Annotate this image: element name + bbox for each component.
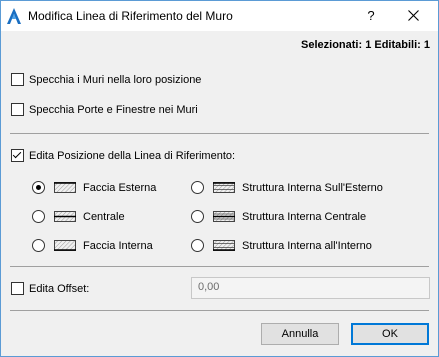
radio-struttura-interno[interactable]: Struttura Interna all'Interno [191, 239, 372, 252]
radio-button[interactable] [191, 210, 204, 223]
wall-outer-face-icon [54, 182, 76, 193]
separator [10, 133, 429, 134]
radio-button[interactable] [32, 210, 45, 223]
radio-struttura-centrale[interactable]: Struttura Interna Centrale [191, 210, 366, 223]
wall-core-center-icon [213, 211, 235, 222]
radio-button[interactable] [191, 181, 204, 194]
wall-center-icon [54, 211, 76, 222]
radio-label: Struttura Interna Centrale [242, 210, 367, 223]
title-bar: Modifica Linea di Riferimento del Muro ? [1, 1, 438, 31]
mirror-doors-option[interactable]: Specchia Porte e Finestre nei Muri [11, 103, 198, 116]
separator [10, 310, 429, 311]
radio-button[interactable] [191, 239, 204, 252]
wall-core-outside-icon [213, 182, 235, 193]
selection-status: Selezionati: 1 Editabili: 1 [301, 39, 430, 51]
edit-position-option[interactable]: Edita Posizione della Linea di Riferimen… [11, 149, 235, 162]
help-button[interactable]: ? [356, 1, 386, 31]
radio-label: Struttura Interna Sull'Esterno [242, 181, 383, 194]
dialog-window: Modifica Linea di Riferimento del Muro ?… [0, 0, 439, 357]
close-button[interactable] [394, 1, 434, 31]
ok-button[interactable]: OK [351, 323, 429, 345]
mirror-doors-label: Specchia Porte e Finestre nei Muri [29, 103, 198, 116]
radio-button[interactable] [32, 181, 45, 194]
edit-position-label: Edita Posizione della Linea di Riferimen… [29, 149, 236, 162]
dialog-title: Modifica Linea di Riferimento del Muro [28, 9, 233, 23]
mirror-walls-checkbox[interactable] [11, 73, 24, 86]
archicad-logo-icon [7, 8, 21, 24]
radio-label: Struttura Interna all'Interno [242, 239, 372, 252]
edit-position-checkbox[interactable] [11, 149, 24, 162]
mirror-walls-option[interactable]: Specchia i Muri nella loro posizione [11, 73, 201, 86]
offset-input[interactable]: 0,00 [191, 277, 430, 299]
edit-offset-checkbox[interactable] [11, 282, 24, 295]
close-icon [408, 10, 419, 21]
radio-label: Faccia Interna [83, 239, 153, 252]
separator [10, 266, 429, 267]
wall-inner-face-icon [54, 240, 76, 251]
radio-faccia-esterna[interactable]: Faccia Esterna [32, 181, 156, 194]
radio-label: Faccia Esterna [83, 181, 157, 194]
mirror-doors-checkbox[interactable] [11, 103, 24, 116]
radio-faccia-interna[interactable]: Faccia Interna [32, 239, 153, 252]
edit-offset-option[interactable]: Edita Offset: [11, 282, 89, 295]
cancel-button[interactable]: Annulla [261, 323, 339, 345]
radio-struttura-esterno[interactable]: Struttura Interna Sull'Esterno [191, 181, 383, 194]
radio-label: Centrale [83, 210, 125, 223]
mirror-walls-label: Specchia i Muri nella loro posizione [29, 73, 202, 86]
edit-offset-label: Edita Offset: [29, 282, 90, 295]
radio-button[interactable] [32, 239, 45, 252]
radio-centrale[interactable]: Centrale [32, 210, 125, 223]
wall-core-inside-icon [213, 240, 235, 251]
